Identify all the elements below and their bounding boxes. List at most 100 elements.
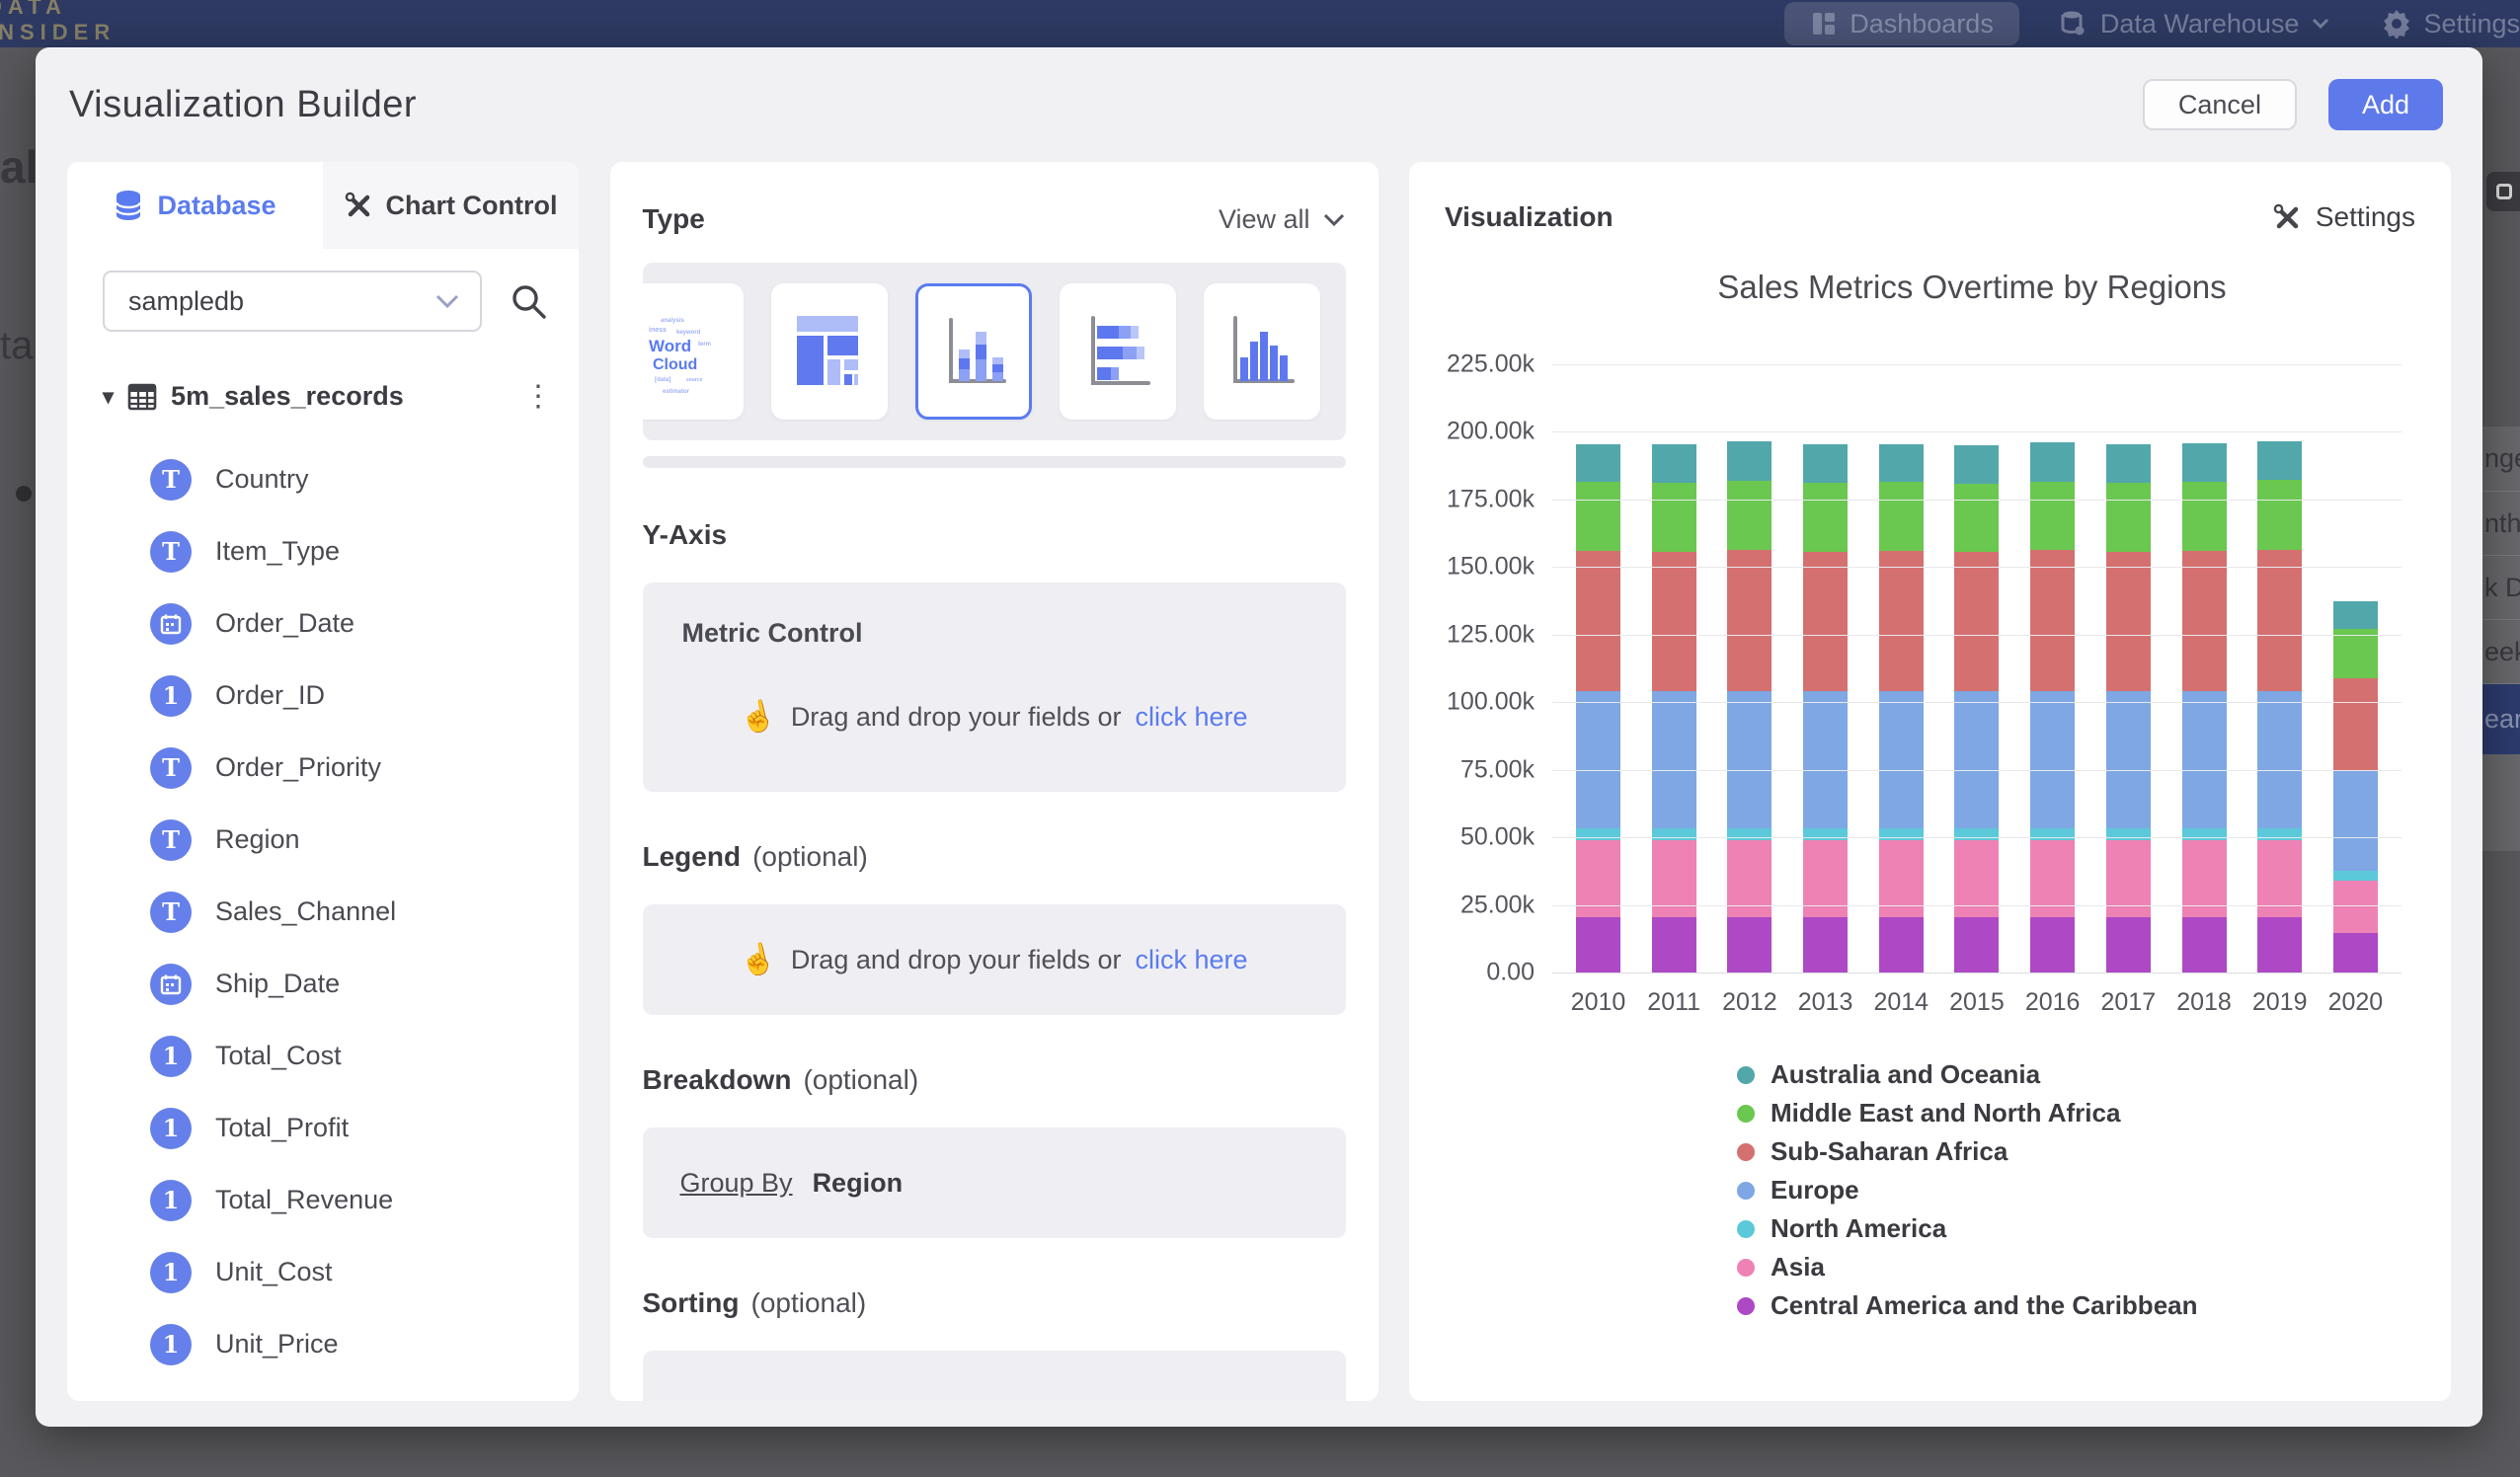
app-logo: DATA INSIDER	[0, 0, 116, 45]
legend-item[interactable]: Europe	[1737, 1171, 2198, 1209]
bar-segment	[2030, 691, 2075, 827]
field-item[interactable]: 1Total_Cost	[67, 1020, 579, 1092]
settings-button[interactable]: Settings	[2272, 201, 2415, 233]
add-button[interactable]: Add	[2328, 79, 2443, 130]
dashboard-icon	[1810, 10, 1838, 38]
collapse-caret-icon[interactable]: ▾	[103, 384, 114, 410]
field-item[interactable]: 1Total_Profit	[67, 1092, 579, 1164]
field-item[interactable]: 1Unit_Cost	[67, 1236, 579, 1308]
field-item[interactable]: Ship_Date	[67, 948, 579, 1020]
nav-dashboards[interactable]: Dashboards	[1784, 2, 2019, 45]
background-menu-item[interactable]: ear	[2482, 683, 2520, 754]
field-item[interactable]: TItem_Type	[67, 515, 579, 587]
tab-chart-control[interactable]: Chart Control	[323, 162, 579, 249]
background-menu-item[interactable]: eekly	[2482, 619, 2520, 683]
chart-type-stacked-column[interactable]	[915, 283, 1032, 420]
search-icon[interactable]	[508, 280, 549, 322]
background-menu-item[interactable]: nge	[2482, 427, 2520, 491]
date-field-icon	[150, 603, 192, 645]
chart-type-word-cloud[interactable]: analysisinesskeywordWordtermCloud[data]s…	[643, 283, 744, 420]
bar-segment	[2182, 443, 2227, 482]
legend-label: Central America and the Caribbean	[1771, 1290, 2198, 1321]
field-item[interactable]: TCountry	[67, 443, 579, 515]
metric-control-dropzone[interactable]: Metric Control ☝ Drag and drop your fiel…	[643, 583, 1346, 792]
legend-item[interactable]: Middle East and North Africa	[1737, 1094, 2198, 1132]
legend-item[interactable]: North America	[1737, 1209, 2198, 1248]
section-title: Sorting	[643, 1287, 740, 1319]
gridline	[1552, 635, 2402, 636]
sorting-dropzone[interactable]: Data Range Ascending	[643, 1351, 1346, 1401]
legend-item[interactable]: Sub-Saharan Africa	[1737, 1132, 2198, 1171]
bar-segment	[1803, 917, 1848, 972]
field-item[interactable]: 1Unit_Price	[67, 1308, 579, 1380]
field-label: Total_Cost	[215, 1041, 342, 1071]
field-item[interactable]: TSales_Channel	[67, 876, 579, 948]
svg-text:source: source	[686, 377, 703, 383]
database-select[interactable]: sampledb	[103, 271, 482, 332]
chart-title: Sales Metrics Overtime by Regions	[1537, 269, 2406, 306]
table-name: 5m_sales_records	[171, 381, 404, 412]
field-list: TCountryTItem_TypeOrder_Date1Order_IDTOr…	[67, 414, 579, 1380]
tab-database[interactable]: Database	[67, 162, 323, 249]
chart-type-column[interactable]	[1204, 283, 1320, 420]
chart-type-stacked-bar[interactable]	[1060, 283, 1176, 420]
y-axis-tick: 125.00k	[1426, 620, 1535, 649]
save-button-background[interactable]	[2486, 172, 2520, 211]
breakdown-dropzone[interactable]: Group By Region	[643, 1127, 1346, 1238]
legend-label: Europe	[1771, 1175, 1859, 1205]
legend-dot	[1737, 1297, 1755, 1315]
field-label: Total_Revenue	[215, 1185, 393, 1215]
kebab-menu-icon[interactable]: ⋮	[523, 379, 553, 414]
background-menu-item[interactable]: nthly	[2482, 491, 2520, 555]
bar-segment	[1727, 550, 1772, 691]
field-item[interactable]: 1Order_ID	[67, 660, 579, 732]
section-title: Breakdown	[643, 1064, 792, 1096]
group-by-field[interactable]: Region	[813, 1168, 904, 1199]
chart-plot-area: 2010201120122013201420152016201720182019…	[1552, 364, 2402, 972]
bar-segment	[1727, 481, 1772, 550]
view-all-button[interactable]: View all	[1219, 204, 1346, 235]
field-label: Country	[215, 464, 309, 495]
field-item[interactable]: Order_Date	[67, 587, 579, 660]
x-axis-tick: 2020	[2328, 988, 2384, 1017]
bar-segment	[2257, 480, 2302, 549]
gear-icon	[2382, 9, 2411, 39]
chart-bars: 2010201120122013201420152016201720182019…	[1552, 364, 2402, 972]
legend-item[interactable]: Asia	[1737, 1248, 2198, 1286]
bar-2020: 2020	[2333, 364, 2378, 972]
nav-settings[interactable]: Settings	[2356, 0, 2520, 47]
svg-text:estimator: estimator	[663, 389, 690, 395]
gridline	[1552, 567, 2402, 568]
type-heading: Type	[643, 203, 705, 235]
bar-segment	[2257, 691, 2302, 828]
table-icon	[127, 383, 157, 411]
background-menu-item[interactable]: k Date	[2482, 555, 2520, 619]
carousel-scrollbar[interactable]	[643, 456, 1346, 468]
drop-hint-text: Drag and drop your fields or	[791, 945, 1122, 975]
nav-data-warehouse[interactable]: Data Warehouse	[2033, 0, 2357, 47]
bar-segment	[1727, 691, 1772, 828]
bar-segment	[1576, 691, 1620, 827]
bar-segment	[1727, 441, 1772, 481]
x-axis-tick: 2016	[2025, 988, 2081, 1017]
click-here-link[interactable]: click here	[1136, 702, 1248, 733]
legend-dropzone[interactable]: ☝ Drag and drop your fields or click her…	[643, 904, 1346, 1015]
bar-segment	[2257, 441, 2302, 480]
chart-type-treemap[interactable]	[771, 283, 888, 420]
legend-item[interactable]: Central America and the Caribbean	[1737, 1286, 2198, 1325]
legend-item[interactable]: Australia and Oceania	[1737, 1055, 2198, 1094]
click-here-link[interactable]: click here	[1136, 945, 1248, 975]
group-by-selector[interactable]: Group By	[680, 1168, 793, 1199]
field-label: Sales_Channel	[215, 896, 396, 927]
cancel-button[interactable]: Cancel	[2143, 79, 2297, 130]
table-tree-node[interactable]: ▾ 5m_sales_records ⋮	[67, 332, 579, 414]
bar-segment	[2106, 483, 2151, 552]
field-item[interactable]: 1Total_Revenue	[67, 1164, 579, 1236]
svg-text:Cloud: Cloud	[653, 356, 697, 373]
field-item[interactable]: TRegion	[67, 804, 579, 876]
x-axis-tick: 2011	[1647, 988, 1700, 1017]
tools-icon	[345, 192, 372, 219]
sorting-section-heading: Sorting (optional)	[643, 1287, 1346, 1319]
bar-2016: 2016	[2030, 364, 2075, 972]
field-item[interactable]: TOrder_Priority	[67, 732, 579, 804]
